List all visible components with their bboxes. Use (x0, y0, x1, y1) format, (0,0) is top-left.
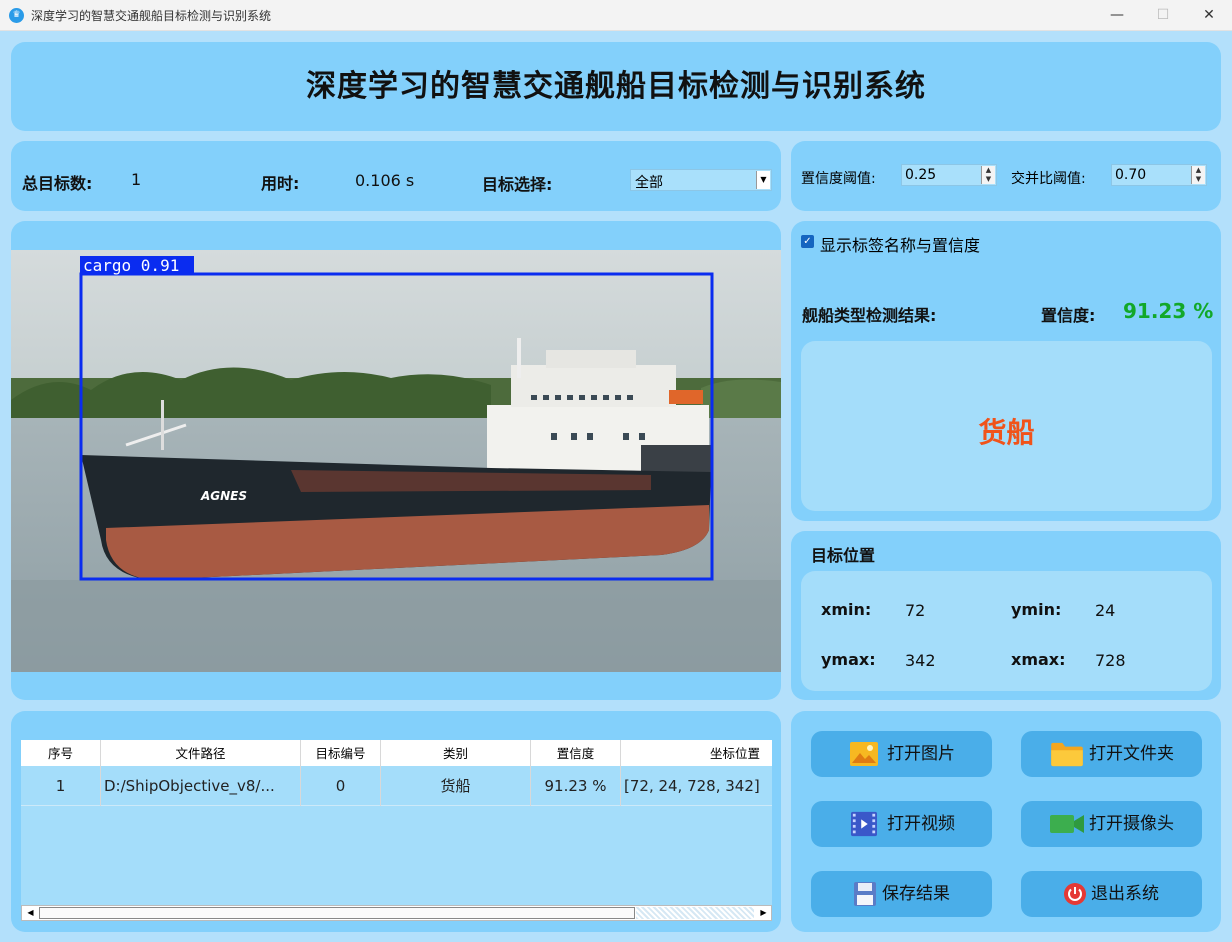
minimize-button[interactable]: — (1094, 0, 1140, 31)
open-video-button[interactable]: 打开视频 (811, 801, 992, 847)
save-results-button[interactable]: 保存结果 (811, 871, 992, 917)
scroll-left-icon[interactable]: ◀ (23, 906, 38, 920)
xmax-label: xmax: (1011, 650, 1066, 669)
spin-up-icon[interactable]: ▲ (982, 166, 995, 175)
time-label: 用时: (261, 174, 300, 193)
column-header-index[interactable]: 序号 (21, 740, 101, 766)
table-header: 序号 文件路径 目标编号 类别 置信度 坐标位置 (21, 740, 772, 766)
column-header-confidence[interactable]: 置信度 (531, 740, 621, 766)
ship-type-result-label: 舰船类型检测结果: (802, 306, 937, 325)
target-select-value: 全部 (635, 175, 663, 191)
exit-label: 退出系统 (1091, 884, 1159, 904)
total-targets-label: 总目标数: (22, 174, 93, 193)
scroll-right-icon[interactable]: ▶ (756, 906, 771, 920)
save-results-label: 保存结果 (882, 884, 950, 904)
save-icon (854, 882, 876, 906)
confidence-threshold-label: 置信度阈值: (801, 171, 876, 187)
cell-confidence[interactable]: 91.23 % (531, 766, 621, 806)
table-row[interactable]: 1 D:/ShipObjective_v8/... 0 货船 91.23 % [… (21, 766, 772, 806)
xmax-value: 728 (1095, 651, 1126, 670)
detection-image: AGNES cargo 0.91 (11, 250, 781, 672)
show-label-checkbox-label[interactable]: 显示标签名称与置信度 (820, 232, 980, 256)
confidence-value: 91.23 % (1123, 299, 1214, 323)
open-camera-label: 打开摄像头 (1089, 814, 1174, 834)
total-targets-value: 1 (131, 170, 142, 189)
open-image-button[interactable]: 打开图片 (811, 731, 992, 777)
ymin-label: ymin: (1011, 600, 1062, 619)
iou-threshold-label: 交并比阈值: (1011, 171, 1086, 187)
window-titlebar: ♛ 深度学习的智慧交通舰船目标检测与识别系统 — ☐ ✕ (0, 0, 1232, 31)
iou-threshold-value: 0.70 (1115, 167, 1147, 183)
table-horizontal-scrollbar[interactable]: ◀ ▶ (21, 905, 772, 921)
open-folder-button[interactable]: 打开文件夹 (1021, 731, 1202, 777)
column-header-class[interactable]: 类别 (381, 740, 531, 766)
iou-threshold-spinbox[interactable]: 0.70 ▲ ▼ (1111, 164, 1207, 186)
window-title: 深度学习的智慧交通舰船目标检测与识别系统 (31, 9, 272, 23)
class-result-box: 货船 (801, 341, 1212, 511)
target-select-label: 目标选择: (482, 175, 553, 194)
target-position-title: 目标位置 (811, 546, 876, 565)
results-table: 序号 文件路径 目标编号 类别 置信度 坐标位置 1 D:/ShipObject… (21, 740, 772, 906)
target-select[interactable]: 全部 ▼ (630, 169, 772, 191)
spin-down-icon[interactable]: ▼ (1192, 175, 1205, 184)
bounding-box-label: cargo 0.91 (83, 256, 179, 275)
column-header-coordinates[interactable]: 坐标位置 (621, 740, 772, 766)
ymax-value: 342 (905, 651, 936, 670)
open-video-label: 打开视频 (887, 814, 955, 834)
time-value: 0.106 s (355, 171, 415, 190)
spin-down-icon[interactable]: ▼ (982, 175, 995, 184)
open-camera-button[interactable]: 打开摄像头 (1021, 801, 1202, 847)
hull-name-text: AGNES (200, 489, 247, 503)
close-button[interactable]: ✕ (1186, 0, 1232, 31)
scrollbar-thumb[interactable] (39, 907, 635, 919)
app-icon: ♛ (9, 8, 24, 23)
ymin-value: 24 (1095, 601, 1116, 620)
power-icon (1064, 883, 1086, 905)
show-label-checkbox[interactable]: ✓ (801, 235, 814, 248)
ymax-label: ymax: (821, 650, 876, 669)
open-folder-label: 打开文件夹 (1089, 744, 1174, 764)
image-icon (850, 742, 878, 766)
camera-icon (1050, 815, 1084, 833)
confidence-label: 置信度: (1041, 306, 1096, 325)
cell-target-id[interactable]: 0 (301, 766, 381, 806)
maximize-button[interactable]: ☐ (1140, 0, 1186, 31)
column-header-target-id[interactable]: 目标编号 (301, 740, 381, 766)
confidence-threshold-value: 0.25 (905, 167, 937, 183)
xmin-value: 72 (905, 601, 926, 620)
scrollbar-track[interactable] (636, 907, 754, 919)
page-title: 深度学习的智慧交通舰船目标检测与识别系统 (306, 69, 926, 104)
class-result-text: 货船 (978, 416, 1035, 449)
target-position-box (801, 571, 1212, 691)
confidence-threshold-spinbox[interactable]: 0.25 ▲ ▼ (901, 164, 997, 186)
cell-path[interactable]: D:/ShipObjective_v8/... (101, 766, 301, 806)
header-panel: 深度学习的智慧交通舰船目标检测与识别系统 (11, 42, 1221, 131)
folder-icon (1051, 742, 1083, 767)
cell-class[interactable]: 货船 (381, 766, 531, 806)
cell-coordinates[interactable]: [72, 24, 728, 342] (621, 766, 772, 806)
chevron-down-icon[interactable]: ▼ (756, 171, 770, 189)
column-header-path[interactable]: 文件路径 (101, 740, 301, 766)
video-icon (851, 811, 877, 837)
open-image-label: 打开图片 (887, 744, 955, 764)
cell-index[interactable]: 1 (21, 766, 101, 806)
spin-up-icon[interactable]: ▲ (1192, 166, 1205, 175)
xmin-label: xmin: (821, 600, 872, 619)
exit-button[interactable]: 退出系统 (1021, 871, 1202, 917)
